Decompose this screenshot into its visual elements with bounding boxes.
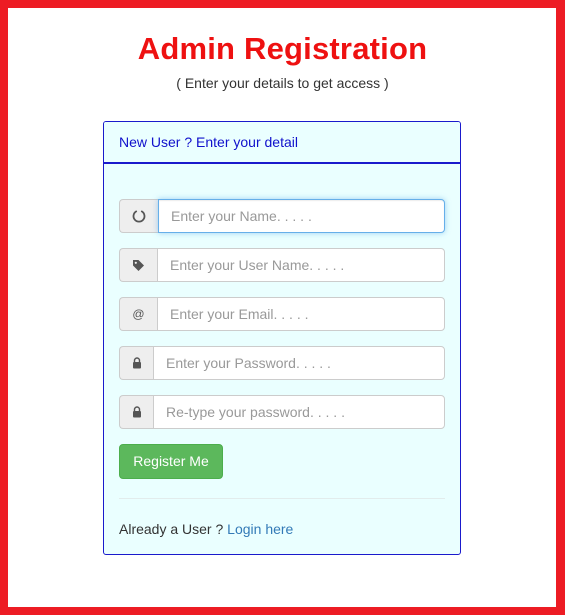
email-input-group: @ bbox=[119, 297, 445, 331]
name-field[interactable] bbox=[158, 199, 445, 233]
login-link[interactable]: Login here bbox=[227, 521, 293, 537]
password-input-group bbox=[119, 346, 445, 380]
retype-password-field[interactable] bbox=[153, 395, 445, 429]
at-sign-icon: @ bbox=[119, 297, 157, 331]
username-field[interactable] bbox=[157, 248, 445, 282]
page-subtitle: ( Enter your details to get access ) bbox=[176, 75, 389, 91]
login-prompt-text: Already a User ? bbox=[119, 521, 228, 537]
username-input-group bbox=[119, 248, 445, 282]
registration-panel: New User ? Enter your detail @ bbox=[103, 121, 461, 555]
login-prompt: Already a User ? Login here bbox=[119, 519, 293, 539]
tag-icon bbox=[119, 248, 157, 282]
name-input-group bbox=[119, 199, 445, 233]
retype-password-input-group bbox=[119, 395, 445, 429]
email-field[interactable] bbox=[157, 297, 445, 331]
password-field[interactable] bbox=[153, 346, 445, 380]
register-button[interactable]: Register Me bbox=[119, 444, 223, 479]
form-divider bbox=[119, 498, 445, 499]
lock-icon bbox=[119, 395, 153, 429]
panel-heading: New User ? Enter your detail bbox=[104, 122, 460, 164]
lock-icon bbox=[119, 346, 153, 380]
page-title: Admin Registration bbox=[137, 31, 428, 66]
circle-notch-icon bbox=[119, 199, 158, 233]
